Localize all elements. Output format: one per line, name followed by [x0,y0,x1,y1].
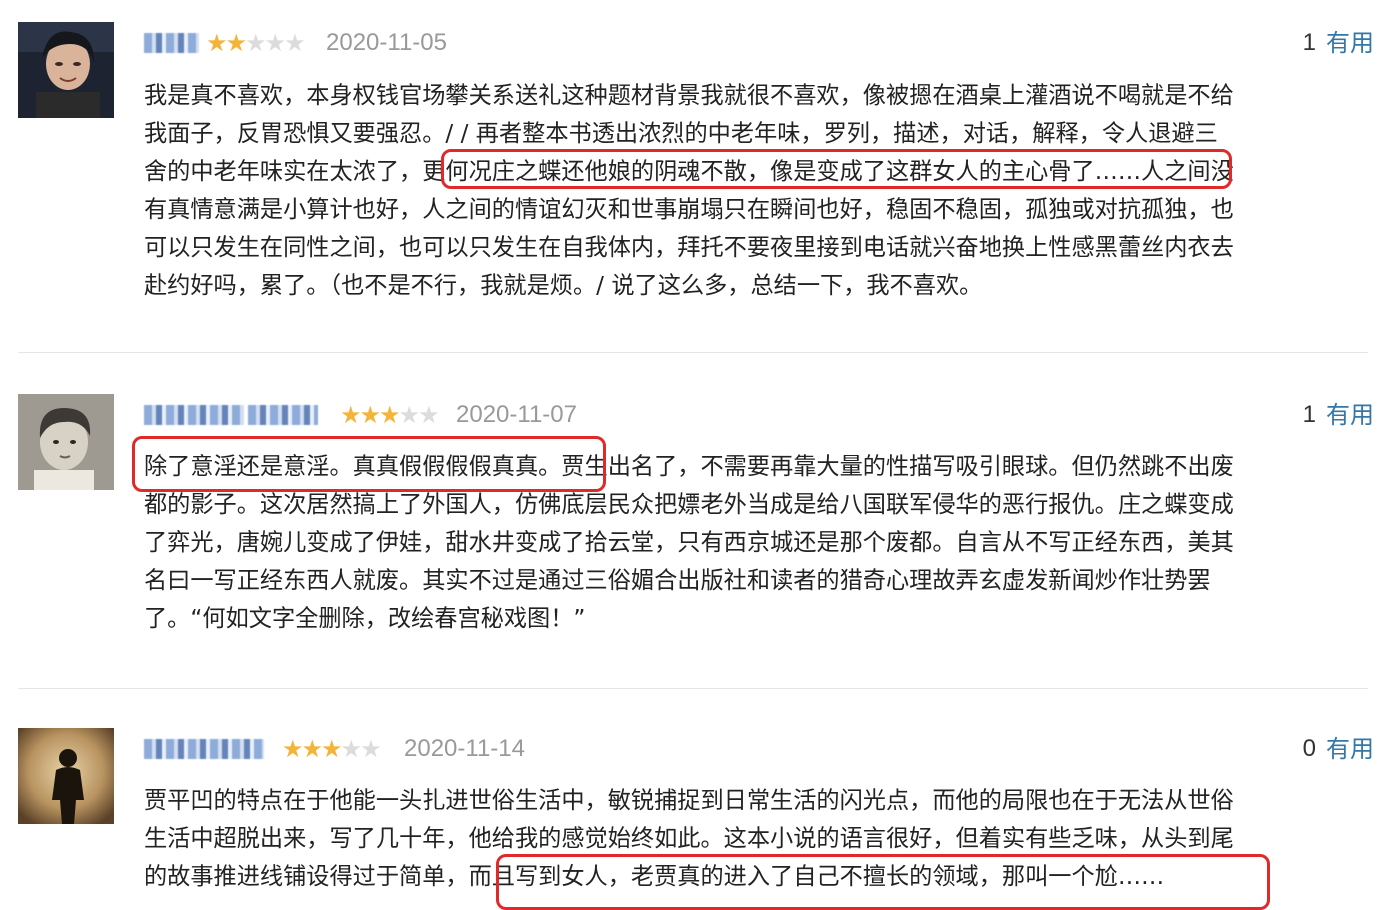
avatar-image [18,22,114,118]
review-date: 2020-11-07 [456,401,577,428]
avatar-image [18,394,114,490]
review-line: 舍的中老年味实在太浓了，更何况庄之蝶还他娘的阴魂不散，像是变成了这群女人的主心骨… [144,158,1234,185]
useful-button[interactable]: 有用 [1326,729,1374,769]
avatar-image [18,728,114,824]
user-avatar[interactable] [18,394,114,490]
review-date: 2020-11-05 [326,29,447,56]
review-line: 了弈光，唐婉儿变成了伊娃，甜水井变成了拾云堂，只有西京城还是那个废都。自言从不写… [144,529,1234,556]
star-filled-icon: ★ [340,401,361,429]
user-avatar[interactable] [18,728,114,824]
useful-vote: 1 有用 [1303,23,1374,63]
useful-vote: 0 有用 [1303,729,1374,769]
review-line: 都的影子。这次居然搞上了外国人，仿佛底层民众把嫖老外当成是给八国联军侵华的恶行报… [144,491,1234,518]
divider [18,352,1368,353]
star-filled-icon: ★ [225,29,247,57]
review-line: 生活中超脱出来，写了几十年，他给我的感觉始终如此。这本小说的语言很好，但着实有些… [144,825,1234,852]
useful-count: 1 [1302,401,1316,428]
review-line: 的故事推进线铺设得过于简单，而且写到女人，老贾真的进入了自己不擅长的领域，那叫一… [144,863,1165,890]
star-empty-icon: ★ [245,29,266,57]
user-avatar[interactable] [18,22,114,118]
star-empty-icon: ★ [398,401,420,429]
rating-stars: ★ ★ ★ ★ ★ [206,23,306,63]
review-line: 贾平凹的特点在于他能一头扎进世俗生活中，敏锐捕捉到日常生活的闪光点，而他的局限也… [144,787,1234,814]
rating-stars: ★ ★ ★ ★ ★ [282,729,382,769]
star-filled-icon: ★ [301,735,323,763]
review-line: 我面子，反胃恐惧又要强忍。/ / 再者整本书透出浓烈的中老年味，罗列，描述，对话… [144,120,1218,147]
star-empty-icon: ★ [284,29,305,57]
review-content: 我是真不喜欢，本身权钱官场攀关系送礼这种题材背景我就很不喜欢，像被摁在酒桌上灌酒… [144,77,1369,305]
username-blurred[interactable] [144,395,322,435]
review-line: 除了意淫还是意淫。真真假假假假真真。贾生出名了，不需要再靠大量的性描写吸引眼球。… [144,453,1234,480]
star-filled-icon: ★ [321,735,342,763]
star-empty-icon: ★ [264,29,286,57]
useful-vote: 1 有用 [1303,395,1374,435]
review-line: 有真情意满是小算计也好，人之间的情谊幻灭和世事崩塌只在瞬间也好，稳固不稳固，孤独… [144,196,1234,223]
review-item: ★ ★ ★ ★ ★ 2020-11-14 0 有用 贾平凹的特点在于他能一头扎进世俗生活… [0,706,1396,910]
star-empty-icon: ★ [418,401,439,429]
review-item: ★ ★ ★ ★ ★ 2020-11-05 1 有用 我是真不喜欢，本身权钱官场攀关系送礼… [0,0,1396,352]
useful-count: 1 [1302,29,1316,56]
username-blurred[interactable] [144,729,268,769]
star-empty-icon: ★ [360,735,381,763]
star-filled-icon: ★ [359,401,381,429]
review-date: 2020-11-14 [404,735,525,762]
review-content: 除了意淫还是意淫。真真假假假假真真。贾生出名了，不需要再靠大量的性描写吸引眼球。… [144,448,1369,638]
username-blurred[interactable] [144,23,203,63]
star-empty-icon: ★ [340,735,362,763]
rating-stars: ★ ★ ★ ★ ★ [340,395,440,435]
useful-count: 0 [1302,735,1316,762]
star-filled-icon: ★ [379,401,400,429]
review-line: 名曰一写正经东西人就废。其实不过是通过三俗媚合出版社和读者的猎奇心理故弄玄虚发新… [144,567,1211,594]
review-content: 贾平凹的特点在于他能一头扎进世俗生活中，敏锐捕捉到日常生活的闪光点，而他的局限也… [144,782,1369,896]
review-line: 了。“何如文字全删除，改绘春宫秘戏图！” [144,605,586,632]
review-line: 可以只发生在同性之间，也可以只发生在自我体内，拜托不要夜里接到电话就兴奋地换上性… [144,234,1234,261]
star-filled-icon: ★ [282,735,303,763]
review-item: ★ ★ ★ ★ ★ 2020-11-07 1 有用 除了意淫还是意淫。真真假假假假真真。… [0,372,1396,688]
star-filled-icon: ★ [206,29,227,57]
useful-button[interactable]: 有用 [1326,23,1374,63]
review-line: 我是真不喜欢，本身权钱官场攀关系送礼这种题材背景我就很不喜欢，像被摁在酒桌上灌酒… [144,82,1234,109]
useful-button[interactable]: 有用 [1326,395,1374,435]
review-line: 赴约好吗，累了。（也不是不行，我就是烦。/ 说了这么多，总结一下，我不喜欢。 [144,272,983,299]
divider [18,688,1368,689]
